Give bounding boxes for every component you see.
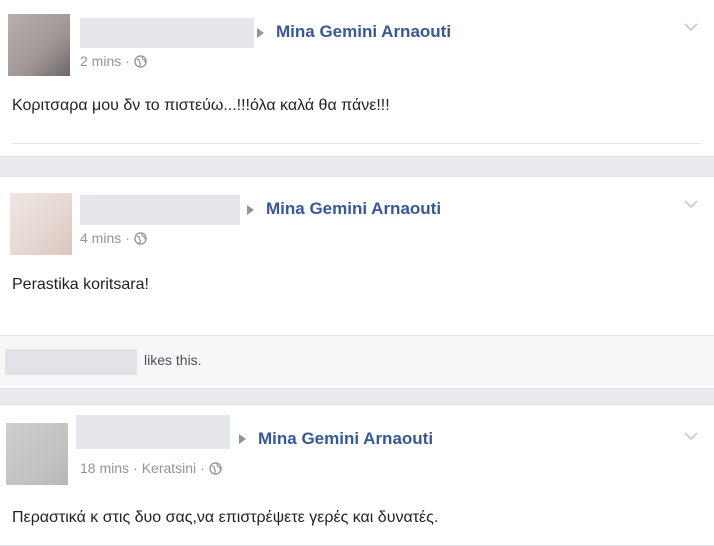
avatar[interactable] — [8, 14, 70, 76]
meta-separator: · — [125, 230, 130, 246]
post-card: Mina Gemini Arnaouti 4 mins · Perastika … — [0, 176, 714, 389]
post-text: Περαστικά κ στις δυο σας,να επιστρέψετε … — [12, 509, 439, 526]
post-meta: 18 mins · Keratsini · — [80, 460, 222, 476]
avatar[interactable] — [10, 193, 72, 255]
chevron-down-icon[interactable] — [684, 22, 698, 32]
post-text: Perastika koritsara! — [12, 276, 149, 293]
avatar[interactable] — [6, 423, 68, 485]
post-card: Mina Gemini Arnaouti 18 mins · Keratsini… — [0, 404, 714, 546]
timestamp[interactable]: 2 mins — [80, 53, 121, 69]
globe-icon[interactable] — [134, 231, 147, 245]
author-name-redacted[interactable] — [76, 415, 230, 449]
liker-name-redacted[interactable] — [5, 349, 137, 375]
author-name-redacted[interactable] — [80, 18, 254, 48]
globe-icon[interactable] — [134, 54, 147, 68]
post-meta: 2 mins · — [80, 53, 147, 69]
triangle-arrow-icon — [247, 205, 254, 215]
author-name-redacted[interactable] — [80, 195, 240, 225]
timestamp[interactable]: 4 mins — [80, 230, 121, 246]
target-profile-link[interactable]: Mina Gemini Arnaouti — [266, 199, 441, 219]
chevron-down-icon[interactable] — [684, 431, 698, 441]
timestamp[interactable]: 18 mins — [80, 460, 129, 476]
divider — [12, 143, 702, 144]
triangle-arrow-icon — [257, 28, 264, 38]
likes-bar: likes this. — [0, 335, 714, 386]
likes-text: likes this. — [144, 352, 202, 368]
triangle-arrow-icon — [239, 434, 246, 444]
target-profile-link[interactable]: Mina Gemini Arnaouti — [276, 22, 451, 42]
meta-separator: · — [200, 460, 205, 476]
meta-separator: · — [133, 460, 138, 476]
target-profile-link[interactable]: Mina Gemini Arnaouti — [258, 429, 433, 449]
chevron-down-icon[interactable] — [684, 199, 698, 209]
meta-separator: · — [125, 53, 130, 69]
globe-icon[interactable] — [209, 461, 222, 475]
post-meta: 4 mins · — [80, 230, 147, 246]
location-link[interactable]: Keratsini — [142, 460, 196, 476]
post-text: Κοριτσαρα μου δν το πιστεύω...!!!όλα καλ… — [12, 97, 390, 114]
post-card: Mina Gemini Arnaouti 2 mins · Κοριτσαρα … — [0, 0, 714, 157]
